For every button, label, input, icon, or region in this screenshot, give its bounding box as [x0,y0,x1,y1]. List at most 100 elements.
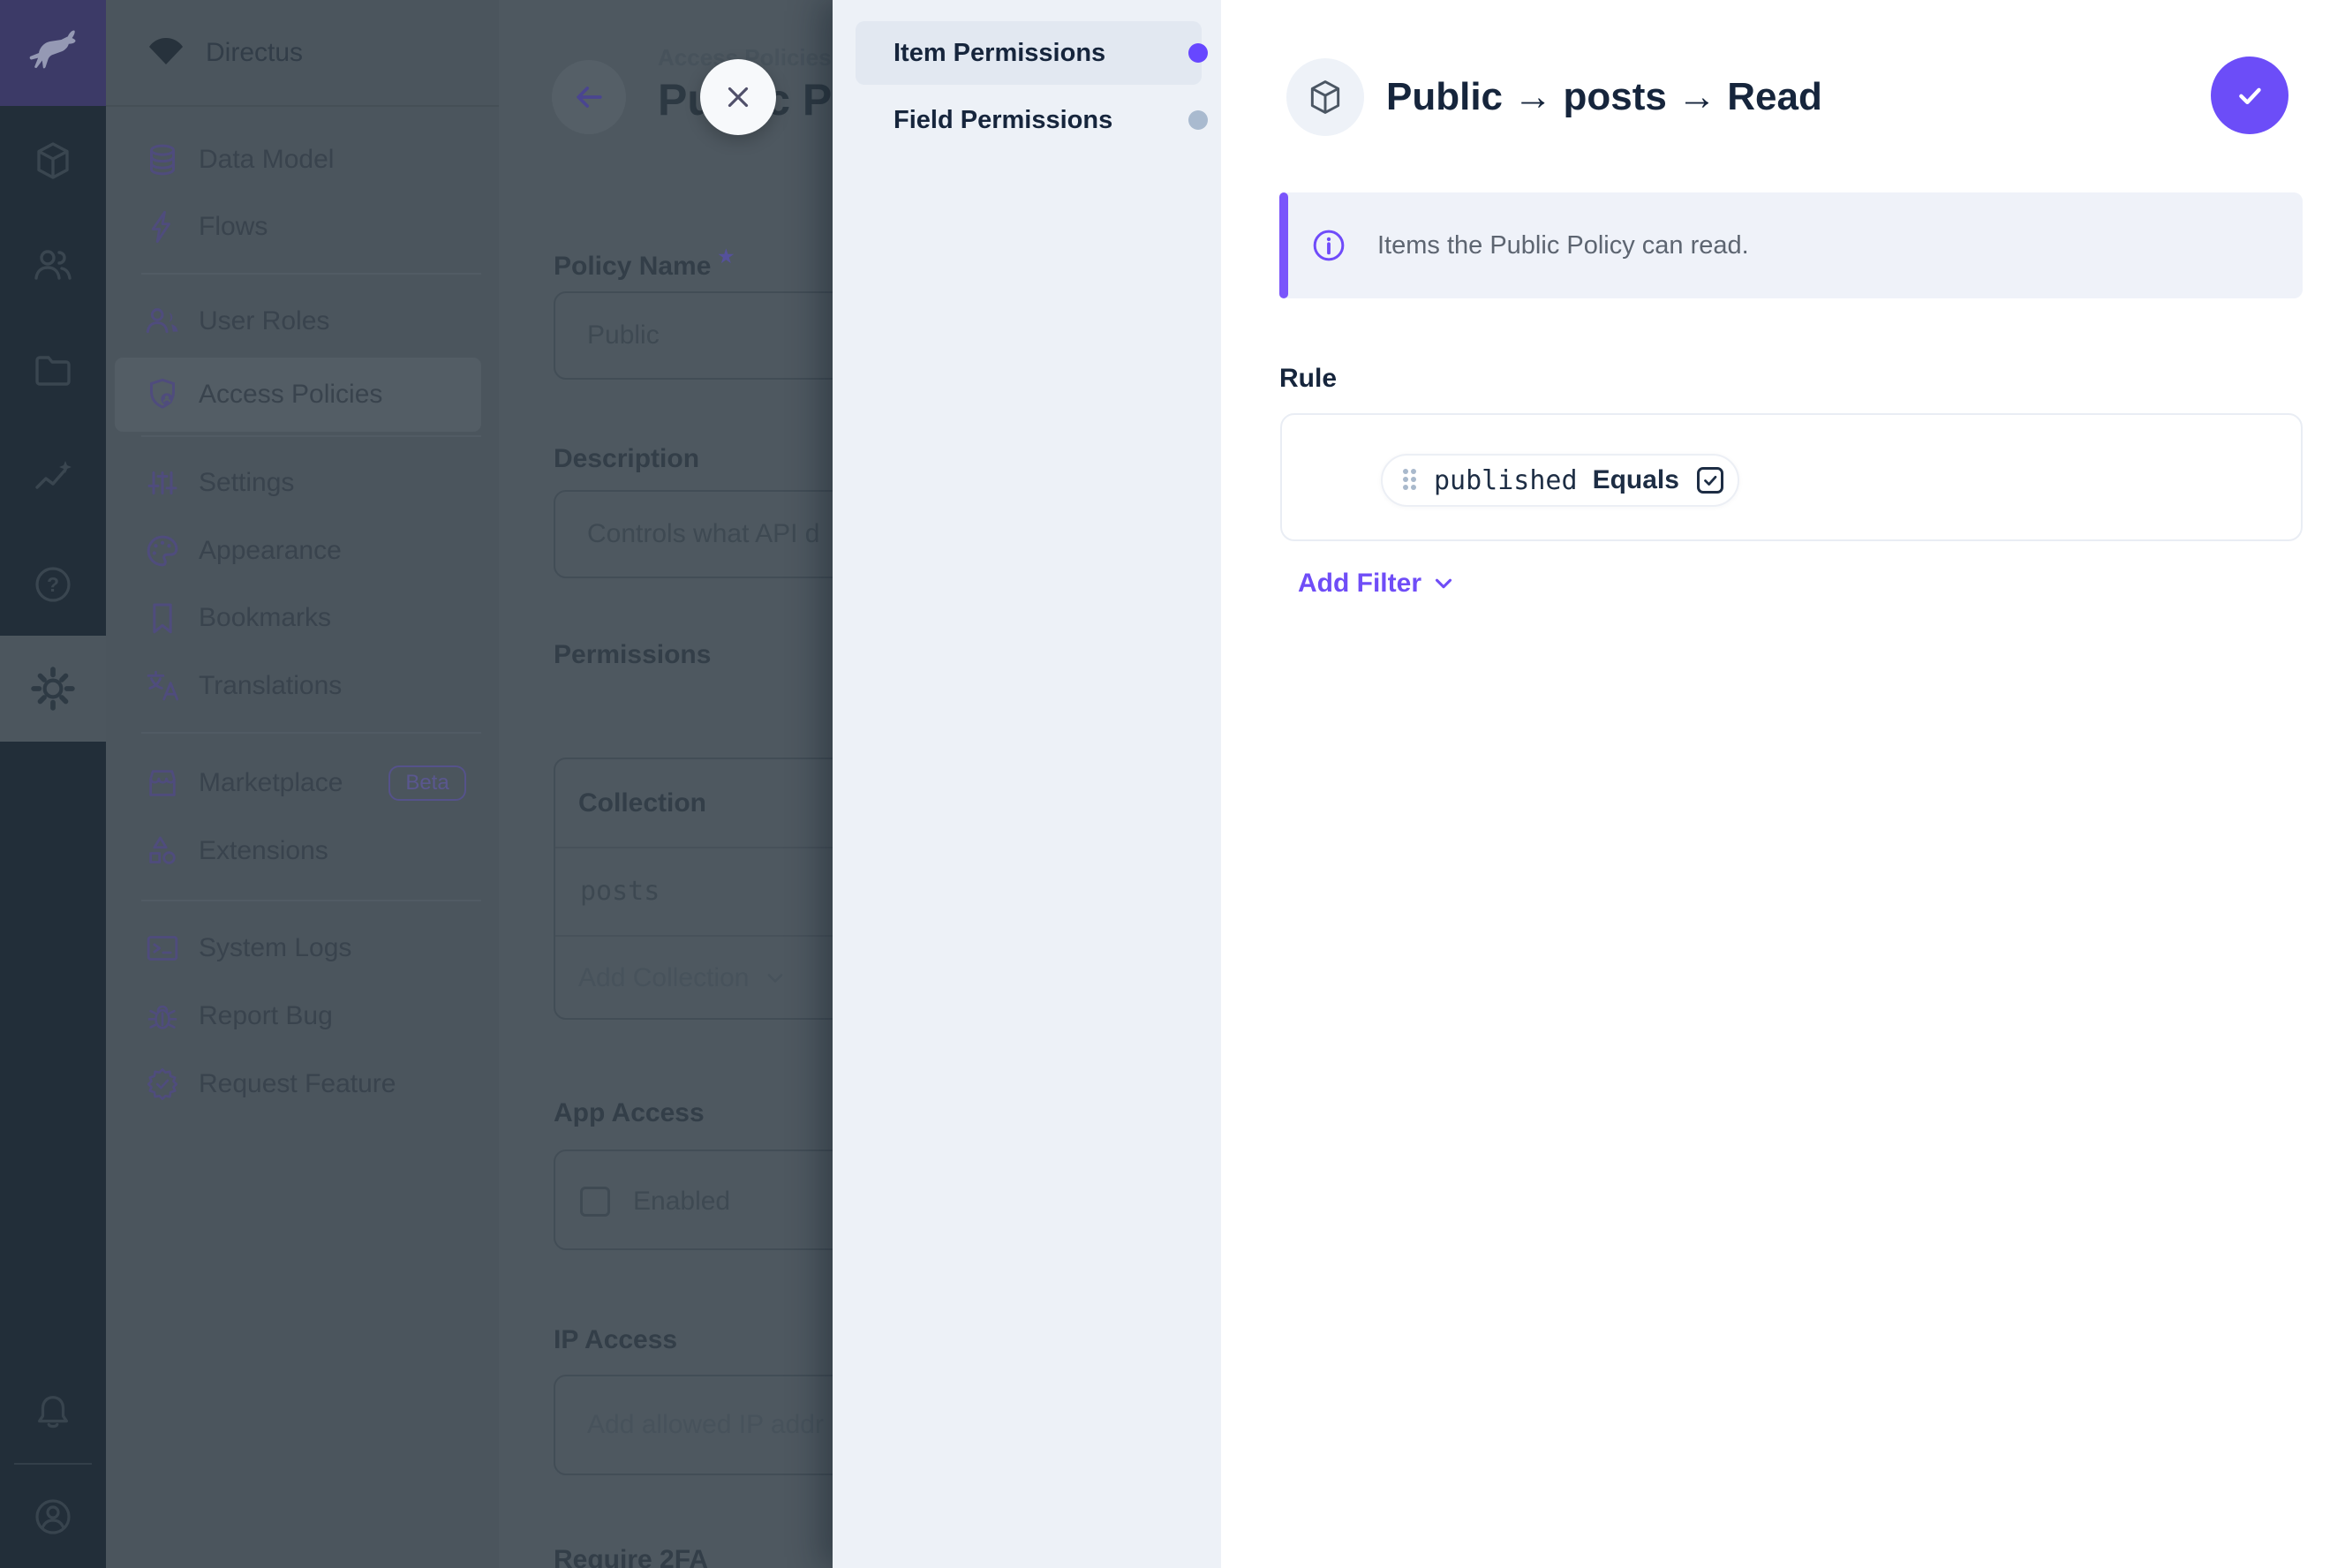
tab-field-permissions[interactable]: Field Permissions [856,88,1202,152]
bolt-icon [145,209,180,245]
ip-access-label: IP Access [554,1325,677,1355]
check-icon [2231,77,2268,114]
app-access-checkbox-label[interactable]: Enabled [633,1151,730,1252]
description-input[interactable]: Controls what API d [554,490,833,578]
policy-detail-page: Access Policies Public Policy Policy Nam… [499,0,833,1568]
sidebar-item-extensions[interactable]: Extensions [106,823,499,879]
module-bar: ? [0,0,106,1568]
required-star-icon: ★ [718,247,734,267]
drag-handle-icon[interactable] [1383,469,1419,493]
module-users-button[interactable] [0,212,106,318]
user-roles-icon [145,304,180,339]
module-files-button[interactable] [0,318,106,424]
rule-box: published Equals [1280,413,2303,541]
module-content-button[interactable] [0,108,106,214]
sidebar-divider-1 [141,273,481,275]
directus-rabbit-icon [26,26,79,79]
info-notice: Items the Public Policy can read. [1279,192,2303,298]
notifications-button[interactable] [0,1360,106,1466]
permissions-table: Collection posts Add Collection [554,758,833,1020]
description-label: Description [554,444,699,474]
project-header[interactable]: Directus [106,0,499,105]
back-button[interactable] [552,60,626,134]
module-help-button[interactable]: ? [0,531,106,637]
tab-item-permissions[interactable]: Item Permissions [856,21,1202,85]
app-access-checkbox[interactable] [580,1187,610,1217]
sidebar-divider-3 [141,732,481,734]
project-name: Directus [206,38,303,68]
shield-user-icon [145,377,180,412]
sidebar-item-access-policies[interactable]: Access Policies [106,366,499,423]
sidebar-item-appearance[interactable]: Appearance [106,523,499,579]
help-icon: ? [32,563,74,606]
drawer-close-button[interactable] [700,59,776,135]
permissions-label: Permissions [554,640,711,670]
bug-icon [145,999,180,1034]
shapes-icon [145,833,180,869]
terminal-icon [145,931,180,966]
info-notice-text: Items the Public Policy can read. [1377,192,1749,298]
filter-pill[interactable]: published Equals [1381,454,1739,507]
sidebar: Directus Data Model Flows User Roles Acc… [106,0,499,1568]
user-circle-icon [32,1496,74,1538]
require-2fa-label: Require 2FA [554,1545,708,1568]
sidebar-item-translations[interactable]: Translations [106,658,499,714]
directus-logo-tile[interactable] [0,0,106,106]
sidebar-item-system-logs[interactable]: System Logs [106,920,499,976]
translate-icon [145,668,180,704]
sidebar-item-user-roles[interactable]: User Roles [106,293,499,350]
save-button[interactable] [2211,57,2288,134]
add-collection-button[interactable]: Add Collection [578,935,788,1021]
drag-handle [1403,469,1419,493]
palette-icon [145,533,180,569]
users-icon [32,244,74,286]
sidebar-item-marketplace[interactable]: Marketplace Beta [106,755,499,811]
module-insights-button[interactable] [0,424,106,530]
sidebar-item-data-model[interactable]: Data Model [106,132,499,188]
beta-badge: Beta [388,765,466,801]
badge-check-icon [145,1067,180,1102]
permissions-row[interactable]: posts [580,847,660,935]
app-access-label: App Access [554,1098,705,1128]
module-settings-button[interactable] [0,636,106,742]
filter-field[interactable]: published [1434,465,1578,496]
arrow-left-icon [569,78,608,117]
chevron-down-icon [763,966,788,991]
folder-icon [32,350,74,392]
avatar-button[interactable] [0,1464,106,1568]
chevron-down-icon [1430,570,1457,597]
database-icon [145,142,180,177]
sidebar-item-report-bug[interactable]: Report Bug [106,988,499,1044]
ip-access-input[interactable]: Add allowed IP addr [554,1375,833,1475]
sidebar-item-request-feature[interactable]: Request Feature [106,1056,499,1112]
permissions-column-header: Collection [578,759,706,847]
filter-value-checkbox[interactable] [1697,467,1723,494]
insights-icon [32,456,74,498]
sidebar-item-flows[interactable]: Flows [106,199,499,255]
sidebar-divider-4 [141,900,481,901]
rule-label: Rule [1279,364,1337,394]
close-icon [721,80,755,114]
drawer-header-icon [1286,58,1364,136]
active-dot-icon [1188,43,1208,63]
app-access-box: Enabled [554,1150,833,1250]
cube-icon [1306,78,1345,117]
filter-operator[interactable]: Equals [1593,465,1679,495]
drawer-tabs: Item Permissions Field Permissions [833,0,1221,1568]
sidebar-item-bookmarks[interactable]: Bookmarks [106,590,499,646]
checkbox-check-icon [1700,471,1720,490]
add-filter-button[interactable]: Add Filter [1298,566,1457,601]
storefront-icon [145,765,180,801]
drawer-content: Public → posts → Read Items the Public P… [1221,0,2345,1568]
svg-text:?: ? [47,573,59,596]
policy-name-label: Policy Name★ [554,245,734,282]
project-header-divider [106,105,499,107]
box-icon [32,139,74,182]
project-icon [145,32,187,74]
gear-icon [31,667,75,711]
sidebar-item-settings[interactable]: Settings [106,455,499,511]
drawer-title: Public → posts → Read [1386,72,1822,122]
policy-name-input[interactable]: Public [554,291,833,380]
tune-icon [145,465,180,501]
bell-icon [33,1392,73,1433]
